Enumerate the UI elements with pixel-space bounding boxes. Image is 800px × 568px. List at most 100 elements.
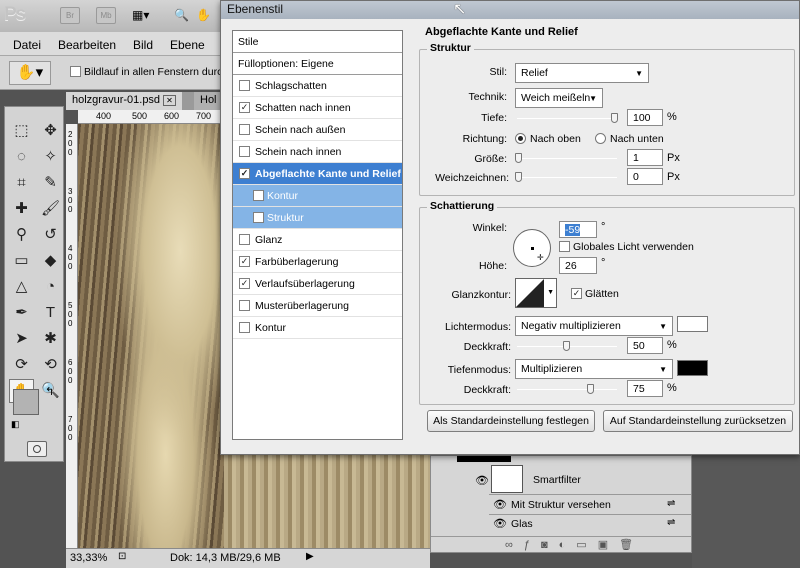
document-canvas[interactable] [78, 124, 224, 548]
history-brush-icon[interactable]: ↺ [38, 223, 63, 247]
menu-edit[interactable]: Bearbeiten [58, 38, 116, 52]
path-selection-icon[interactable]: ➤ [9, 327, 34, 351]
type-tool-icon[interactable]: T [38, 301, 63, 325]
status-menu-arrow-icon[interactable]: ▶ [306, 551, 314, 562]
document-tab-active[interactable]: holzgravur-01.psd ✕ [66, 92, 182, 110]
dialog-title[interactable]: Ebenenstil [221, 1, 799, 19]
direction-down-label[interactable]: Nach unten [610, 133, 664, 145]
style-item-6[interactable]: Struktur [233, 207, 402, 229]
size-input[interactable]: 1 [627, 149, 663, 166]
highlight-opacity-input[interactable]: 50 [627, 337, 663, 354]
dodge-tool-icon[interactable]: ◔ [38, 275, 63, 299]
new-group-icon[interactable]: ▭ [576, 539, 597, 551]
filter-item-label[interactable]: Mit Struktur versehen [511, 499, 611, 511]
style-checkbox[interactable] [239, 300, 250, 311]
style-item-11[interactable]: Kontur [233, 317, 402, 339]
global-light-checkbox[interactable] [559, 241, 570, 252]
status-info-icon[interactable]: ⊡ [118, 551, 126, 562]
quick-mask-icon[interactable] [27, 441, 47, 457]
style-checkbox[interactable] [239, 322, 250, 333]
anti-aliased-label[interactable]: Glätten [585, 288, 619, 300]
highlight-mode-dropdown[interactable]: Negativ multiplizieren ▼ [515, 316, 673, 336]
soften-input[interactable]: 0 [627, 168, 663, 185]
pen-tool-icon[interactable]: ✒ [9, 301, 34, 325]
style-checkbox[interactable] [253, 190, 264, 201]
altitude-input[interactable]: 26 [559, 257, 597, 274]
marquee-tool-icon[interactable]: ⬚ [9, 119, 34, 143]
filter-options-icon[interactable]: ⇌ [667, 498, 675, 509]
angle-input[interactable]: -59 [559, 221, 597, 238]
magic-wand-icon[interactable]: ✧ [38, 145, 63, 169]
style-item-4[interactable]: ✓ Abgeflachte Kante und Relief [233, 163, 402, 185]
style-checkbox[interactable]: ✓ [239, 168, 250, 179]
style-item-5[interactable]: Kontur [233, 185, 402, 207]
style-item-7[interactable]: Glanz [233, 229, 402, 251]
make-default-button[interactable]: Als Standardeinstellung festlegen [427, 410, 595, 432]
style-checkbox[interactable]: ✓ [239, 278, 250, 289]
3d-orbit-icon[interactable]: ⟲ [38, 353, 63, 377]
highlight-opacity-slider-thumb[interactable] [563, 341, 570, 351]
foreground-color-swatch[interactable] [13, 389, 39, 415]
shadow-opacity-slider-thumb[interactable] [587, 384, 594, 394]
close-tab-icon[interactable]: ✕ [163, 95, 176, 106]
zoom-level[interactable]: 33,33% [70, 552, 107, 564]
style-checkbox[interactable] [239, 234, 250, 245]
default-colors-icon[interactable]: ◧ [11, 419, 20, 430]
direction-up-label[interactable]: Nach oben [530, 133, 581, 145]
hand-tool-preset-icon[interactable]: ✋▾ [9, 61, 51, 85]
depth-slider-track[interactable] [517, 118, 617, 119]
eyedropper-icon[interactable]: ✎ [38, 171, 63, 195]
direction-up-radio[interactable] [515, 133, 526, 144]
style-checkbox[interactable] [239, 80, 250, 91]
add-mask-icon[interactable]: ◙ [541, 539, 559, 551]
size-slider-thumb[interactable] [515, 153, 522, 163]
style-item-8[interactable]: ✓ Farbüberlagerung [233, 251, 402, 273]
anti-aliased-checkbox[interactable]: ✓ [571, 288, 582, 299]
lasso-tool-icon[interactable]: ◌ [9, 145, 34, 169]
styles-list-header[interactable]: Stile [233, 31, 402, 53]
reset-to-default-button[interactable]: Auf Standardeinstellung zurücksetzen [603, 410, 793, 432]
style-checkbox[interactable] [239, 124, 250, 135]
fx-icon[interactable]: ƒ [524, 539, 541, 551]
arrange-documents-icon[interactable]: ▦▾ [132, 8, 149, 22]
filter-item-label[interactable]: Glas [511, 518, 533, 530]
shadow-mode-dropdown[interactable]: Multiplizieren ▼ [515, 359, 673, 379]
depth-input[interactable]: 100 [627, 109, 663, 126]
style-item-3[interactable]: Schein nach innen [233, 141, 402, 163]
style-item-1[interactable]: ✓ Schatten nach innen [233, 97, 402, 119]
gloss-contour-picker[interactable]: ▼ [515, 278, 557, 308]
brush-tool-icon[interactable]: 🖌 [38, 197, 63, 221]
document-tab-inactive[interactable]: Hol [194, 92, 223, 110]
highlight-color-swatch[interactable] [677, 316, 708, 332]
global-light-label[interactable]: Globales Licht verwenden [573, 241, 694, 253]
document-canvas-lower[interactable] [224, 455, 430, 548]
style-item-2[interactable]: Schein nach außen [233, 119, 402, 141]
shadow-opacity-input[interactable]: 75 [627, 380, 663, 397]
style-checkbox[interactable]: ✓ [239, 256, 250, 267]
smartfilter-label[interactable]: Smartfilter [533, 474, 581, 486]
style-dropdown[interactable]: Relief ▼ [515, 63, 649, 83]
hand-tool-icon[interactable]: ✋ [196, 8, 211, 22]
soften-slider-track[interactable] [517, 177, 617, 178]
mini-bridge-button[interactable]: Mb [96, 7, 116, 24]
visibility-eye-icon[interactable]: 👁 [493, 498, 507, 511]
visibility-eye-icon[interactable]: 👁 [493, 517, 507, 530]
visibility-eye-icon[interactable]: 👁 [475, 474, 489, 487]
style-item-9[interactable]: ✓ Verlaufsüberlagerung [233, 273, 402, 295]
menu-file[interactable]: Datei [13, 38, 41, 52]
eraser-tool-icon[interactable]: ▭ [9, 249, 34, 273]
link-layers-icon[interactable]: ∞ [505, 539, 524, 551]
zoom-tool-icon[interactable]: 🔍 [174, 8, 189, 22]
scroll-all-checkbox[interactable] [70, 66, 81, 77]
depth-slider-thumb[interactable] [611, 113, 618, 123]
stamp-tool-icon[interactable]: ⚲ [9, 223, 34, 247]
swap-colors-icon[interactable]: ↰ [45, 385, 54, 398]
adjustment-layer-icon[interactable]: ◐ [559, 539, 577, 551]
blending-options-item[interactable]: Fülloptionen: Eigene [233, 53, 402, 75]
angle-dial[interactable] [513, 229, 551, 267]
shadow-opacity-slider-track[interactable] [517, 389, 617, 390]
size-slider-track[interactable] [517, 158, 617, 159]
paint-bucket-icon[interactable]: ◆ [38, 249, 63, 273]
menu-layer[interactable]: Ebene [170, 38, 205, 52]
bridge-button[interactable]: Br [60, 7, 80, 24]
